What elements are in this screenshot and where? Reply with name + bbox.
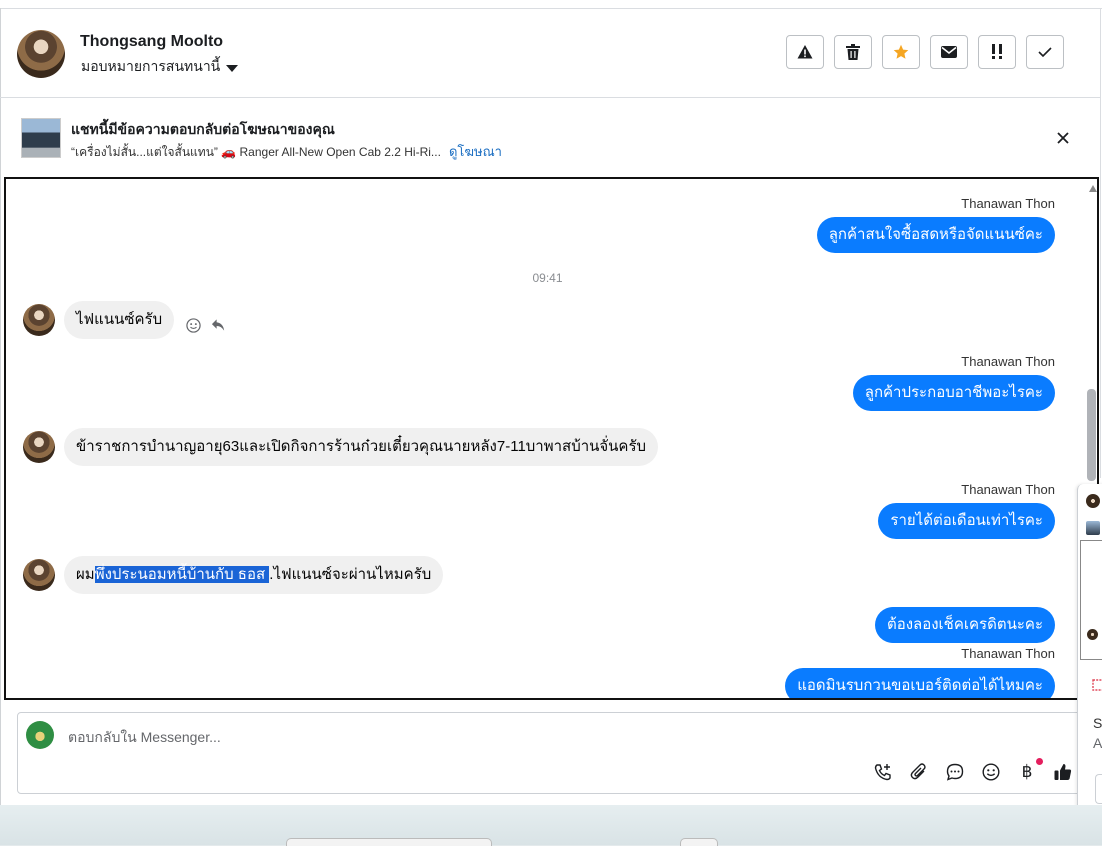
follow-up-button[interactable] — [978, 35, 1016, 69]
incoming-message[interactable]: ผมพึ่งประนอมหนี้บ้านกับ ธอส .ไฟแนนซ์จะผ่… — [64, 556, 444, 594]
assign-conversation-dropdown[interactable]: มอบหมายการสนทนานี้ — [81, 56, 239, 78]
message-sender: Thanawan Thon — [961, 196, 1055, 211]
star-icon — [893, 44, 909, 59]
customer-avatar[interactable] — [23, 304, 55, 336]
incoming-message-row: ผมพึ่งประนอมหนี้บ้านกับ ธอส .ไฟแนนซ์จะผ่… — [23, 556, 444, 594]
page-avatar — [26, 721, 54, 749]
conversation-header: Thongsang Moolto มอบหมายการสนทนานี้ — [0, 9, 1100, 98]
message-sender: Thanawan Thon — [961, 354, 1055, 369]
scroll-up-arrow-icon[interactable] — [1089, 185, 1097, 192]
popup-thumbnail — [1086, 521, 1100, 535]
ad-text: “เครื่องไม่สั้น...แต่ใจสั้นแทน” 🚗 Ranger… — [71, 145, 441, 159]
ad-banner-title: แชทนี้มีข้อความตอบกลับต่อโฆษณาของคุณ — [71, 121, 335, 137]
view-ad-link[interactable]: ดูโฆษณา — [449, 144, 502, 159]
report-button[interactable] — [786, 35, 824, 69]
message-thread[interactable]: Thanawan Thon ลูกค้าสนใจซื้อสดหรือจัดแนน… — [4, 177, 1099, 700]
close-icon[interactable] — [1053, 128, 1073, 148]
customer-avatar[interactable] — [23, 559, 55, 591]
outgoing-message[interactable]: ต้องลองเช็คเครดิตนะคะ — [874, 607, 1055, 643]
popup-button[interactable] — [1095, 774, 1102, 804]
chat-bubble-icon[interactable] — [944, 761, 966, 783]
double-exclamation-icon — [992, 44, 1002, 59]
assign-label: มอบหมายการสนทนานี้ — [81, 58, 221, 74]
outgoing-message[interactable]: รายได้ต่อเดือนเท่าไรคะ — [878, 503, 1055, 539]
message-composer: ฿ — [17, 712, 1100, 794]
incoming-message-row: ข้าราชการบำนาญอายุ63และเปิดกิจการร้านก๋ว… — [23, 428, 659, 466]
customer-avatar[interactable] — [17, 30, 65, 78]
incoming-message-row: ไฟแนนซ์ครับ — [23, 301, 226, 339]
warning-icon — [797, 45, 813, 59]
mark-done-button[interactable] — [1026, 35, 1064, 69]
outgoing-message[interactable]: ลูกค้าประกอบอาชีพอะไรคะ — [852, 375, 1055, 411]
reply-icon[interactable] — [211, 318, 226, 332]
message-sender: Thanawan Thon — [961, 482, 1055, 497]
taskbar-strip — [0, 805, 1102, 845]
notification-dot — [1036, 758, 1043, 765]
phone-plus-icon[interactable] — [872, 761, 894, 783]
outgoing-message[interactable]: แอดมินรบกวนขอเบอร์ติดต่อได้ไหมคะ — [785, 668, 1055, 698]
mark-unread-button[interactable] — [930, 35, 968, 69]
check-icon — [1038, 47, 1052, 58]
attach-icon[interactable] — [908, 761, 930, 783]
popup-text: S — [1093, 715, 1102, 731]
popup-avatar[interactable] — [1086, 494, 1100, 508]
customer-avatar[interactable] — [23, 431, 55, 463]
ad-description-line: “เครื่องไม่สั้น...แต่ใจสั้นแทน” 🚗 Ranger… — [71, 141, 502, 162]
mail-icon — [941, 46, 957, 58]
left-divider — [0, 8, 1, 805]
message-timestamp: 09:41 — [532, 271, 563, 285]
outgoing-message[interactable]: ลูกค้าสนใจซื้อสดหรือจัดแนนซ์คะ — [816, 217, 1055, 253]
page-icon — [1092, 679, 1102, 691]
scrollbar-thumb[interactable] — [1087, 389, 1096, 481]
message-text-prefix: ผม — [76, 566, 95, 583]
selected-text-highlight[interactable]: พึ่งประนอมหนี้บ้านกับ ธอส — [94, 566, 270, 583]
side-chat-popup[interactable]: S A — [1077, 484, 1102, 820]
popup-content-box — [1080, 540, 1102, 660]
emoji-icon[interactable] — [980, 761, 1002, 783]
incoming-message[interactable]: ข้าราชการบำนาญอายุ63และเปิดกิจการร้านก๋ว… — [64, 428, 659, 466]
popup-small-avatar — [1087, 629, 1098, 640]
ad-thumbnail[interactable] — [21, 118, 61, 158]
customer-name[interactable]: Thongsang Moolto — [80, 33, 223, 51]
chevron-down-icon — [226, 64, 239, 72]
reply-input[interactable] — [66, 723, 770, 751]
trash-icon — [846, 44, 860, 60]
incoming-message[interactable]: ไฟแนนซ์ครับ — [64, 301, 175, 339]
message-actions — [186, 317, 226, 333]
like-icon[interactable] — [1052, 761, 1074, 783]
inbox-conversation-panel: Thongsang Moolto มอบหมายการสนทนานี้ แชทน… — [0, 0, 1102, 805]
delete-button[interactable] — [834, 35, 872, 69]
right-divider — [1100, 8, 1101, 478]
message-text-suffix: .ไฟแนนซ์จะผ่านไหมครับ — [269, 566, 432, 583]
star-button[interactable] — [882, 35, 920, 69]
emoji-react-icon[interactable] — [186, 317, 201, 333]
message-sender: Thanawan Thon — [961, 646, 1055, 661]
baht-icon[interactable]: ฿ — [1016, 761, 1038, 783]
popup-text: A — [1093, 735, 1102, 751]
ad-reply-banner: แชทนี้มีข้อความตอบกลับต่อโฆษณาของคุณ “เค… — [5, 98, 1100, 176]
